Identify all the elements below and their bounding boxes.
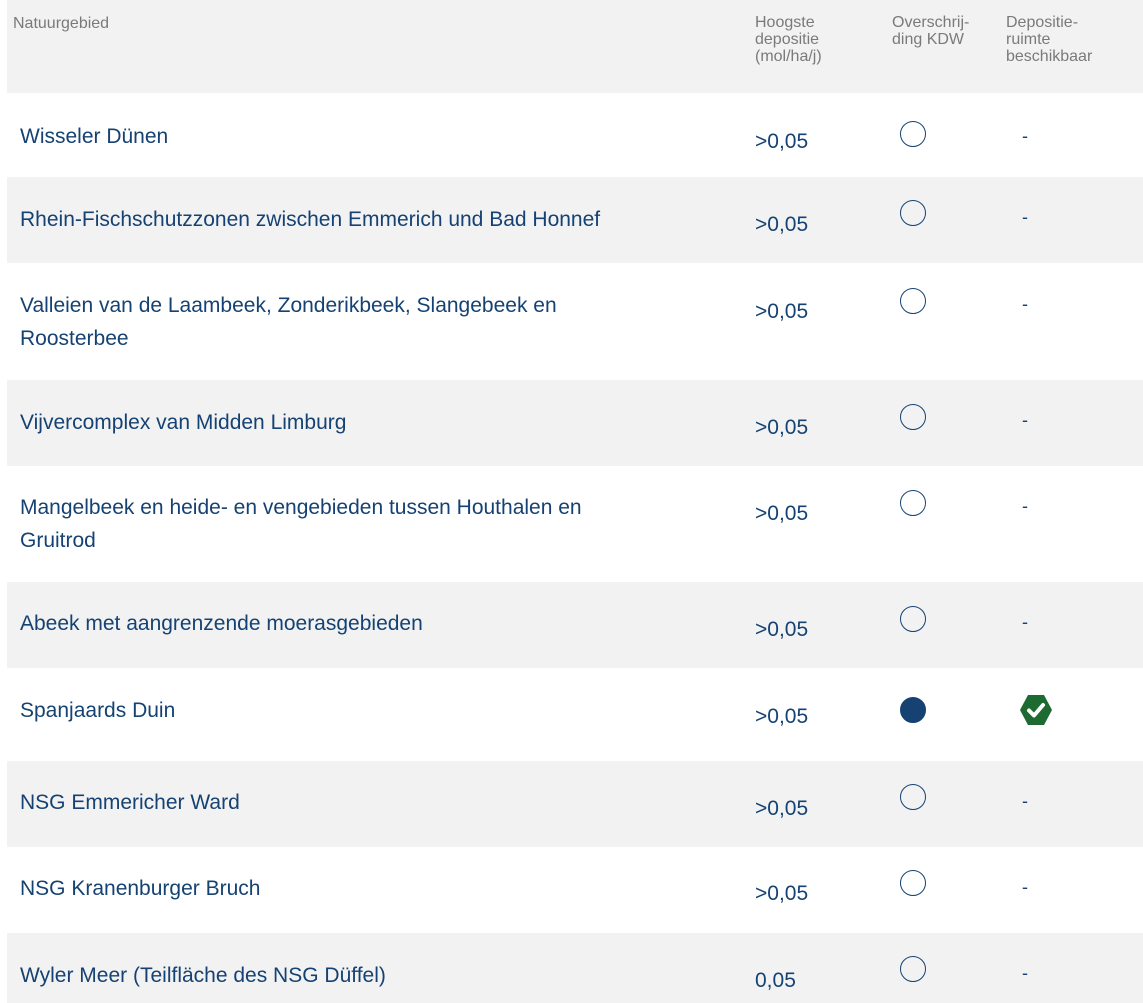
deposition-value: >0,05 [755,130,809,153]
empty-circle-icon [900,404,926,430]
table-row[interactable]: Vijvercomplex van Midden Limburg >0,05 - [7,380,1143,466]
empty-circle-icon [900,870,926,896]
room-value: - [1022,877,1028,897]
table-row[interactable]: Wyler Meer (Teilfläche des NSG Düffel) 0… [7,933,1143,1003]
deposition-value: 0,05 [755,969,796,992]
table-row[interactable]: NSG Kranenburger Bruch >0,05 - [7,847,1143,933]
column-header-hoogste-depositie[interactable]: Hoogste depositie (mol/ha/j) [755,0,892,65]
column-header-natuurgebied[interactable]: Natuurgebied [7,0,755,32]
filled-circle-icon [900,697,926,723]
area-name-link[interactable]: Wisseler Dünen [7,93,755,153]
area-name-link[interactable]: Vijvercomplex van Midden Limburg [7,380,755,439]
empty-circle-icon [900,606,926,632]
area-name-link[interactable]: Rhein-Fischschutzzonen zwischen Emmerich… [7,177,755,236]
table-row[interactable]: Mangelbeek en heide- en vengebieden tuss… [7,466,1143,582]
room-value: - [1022,126,1028,146]
column-header-depositieruimte[interactable]: Depositie- ruimte beschikbaar [1006,0,1143,65]
deposition-value: >0,05 [755,213,809,236]
table-header: Natuurgebied Hoogste depositie (mol/ha/j… [7,0,1143,93]
table-row[interactable]: Valleien van de Laambeek, Zonderikbeek, … [7,263,1143,380]
room-value: - [1022,496,1028,516]
deposition-table: Natuurgebied Hoogste depositie (mol/ha/j… [7,0,1143,1003]
area-name-link[interactable]: Abeek met aangrenzende moerasgebieden [7,582,755,640]
table-row[interactable]: NSG Emmericher Ward >0,05 - [7,761,1143,847]
deposition-value: >0,05 [755,705,809,728]
deposition-value: >0,05 [755,502,809,525]
empty-circle-icon [900,288,926,314]
empty-circle-icon [900,121,926,147]
empty-circle-icon [900,490,926,516]
room-value: - [1022,410,1028,430]
room-value: - [1022,207,1028,227]
table-row[interactable]: Rhein-Fischschutzzonen zwischen Emmerich… [7,177,1143,263]
deposition-value: >0,05 [755,300,809,323]
area-name-link[interactable]: Valleien van de Laambeek, Zonderikbeek, … [7,263,755,355]
empty-circle-icon [900,200,926,226]
room-value: - [1022,963,1028,983]
check-icon [1019,694,1143,726]
area-name-link[interactable]: Mangelbeek en heide- en vengebieden tuss… [7,466,755,557]
area-name-link[interactable]: Wyler Meer (Teilfläche des NSG Düffel) [7,933,755,992]
area-name-link[interactable]: NSG Kranenburger Bruch [7,847,755,905]
empty-circle-icon [900,956,926,982]
deposition-value: >0,05 [755,797,809,820]
area-name-link[interactable]: Spanjaards Duin [7,668,755,727]
column-header-overschrijding-kdw[interactable]: Overschrij- ding KDW [892,0,1006,48]
table-row[interactable]: Spanjaards Duin >0,05 [7,668,1143,761]
room-value: - [1022,612,1028,632]
deposition-value: >0,05 [755,618,809,641]
table-row[interactable]: Abeek met aangrenzende moerasgebieden >0… [7,582,1143,668]
empty-circle-icon [900,784,926,810]
room-value: - [1022,791,1028,811]
deposition-value: >0,05 [755,416,809,439]
room-value: - [1022,294,1028,314]
deposition-value: >0,05 [755,882,809,905]
area-name-link[interactable]: NSG Emmericher Ward [7,761,755,819]
table-row[interactable]: Wisseler Dünen >0,05 - [7,93,1143,177]
